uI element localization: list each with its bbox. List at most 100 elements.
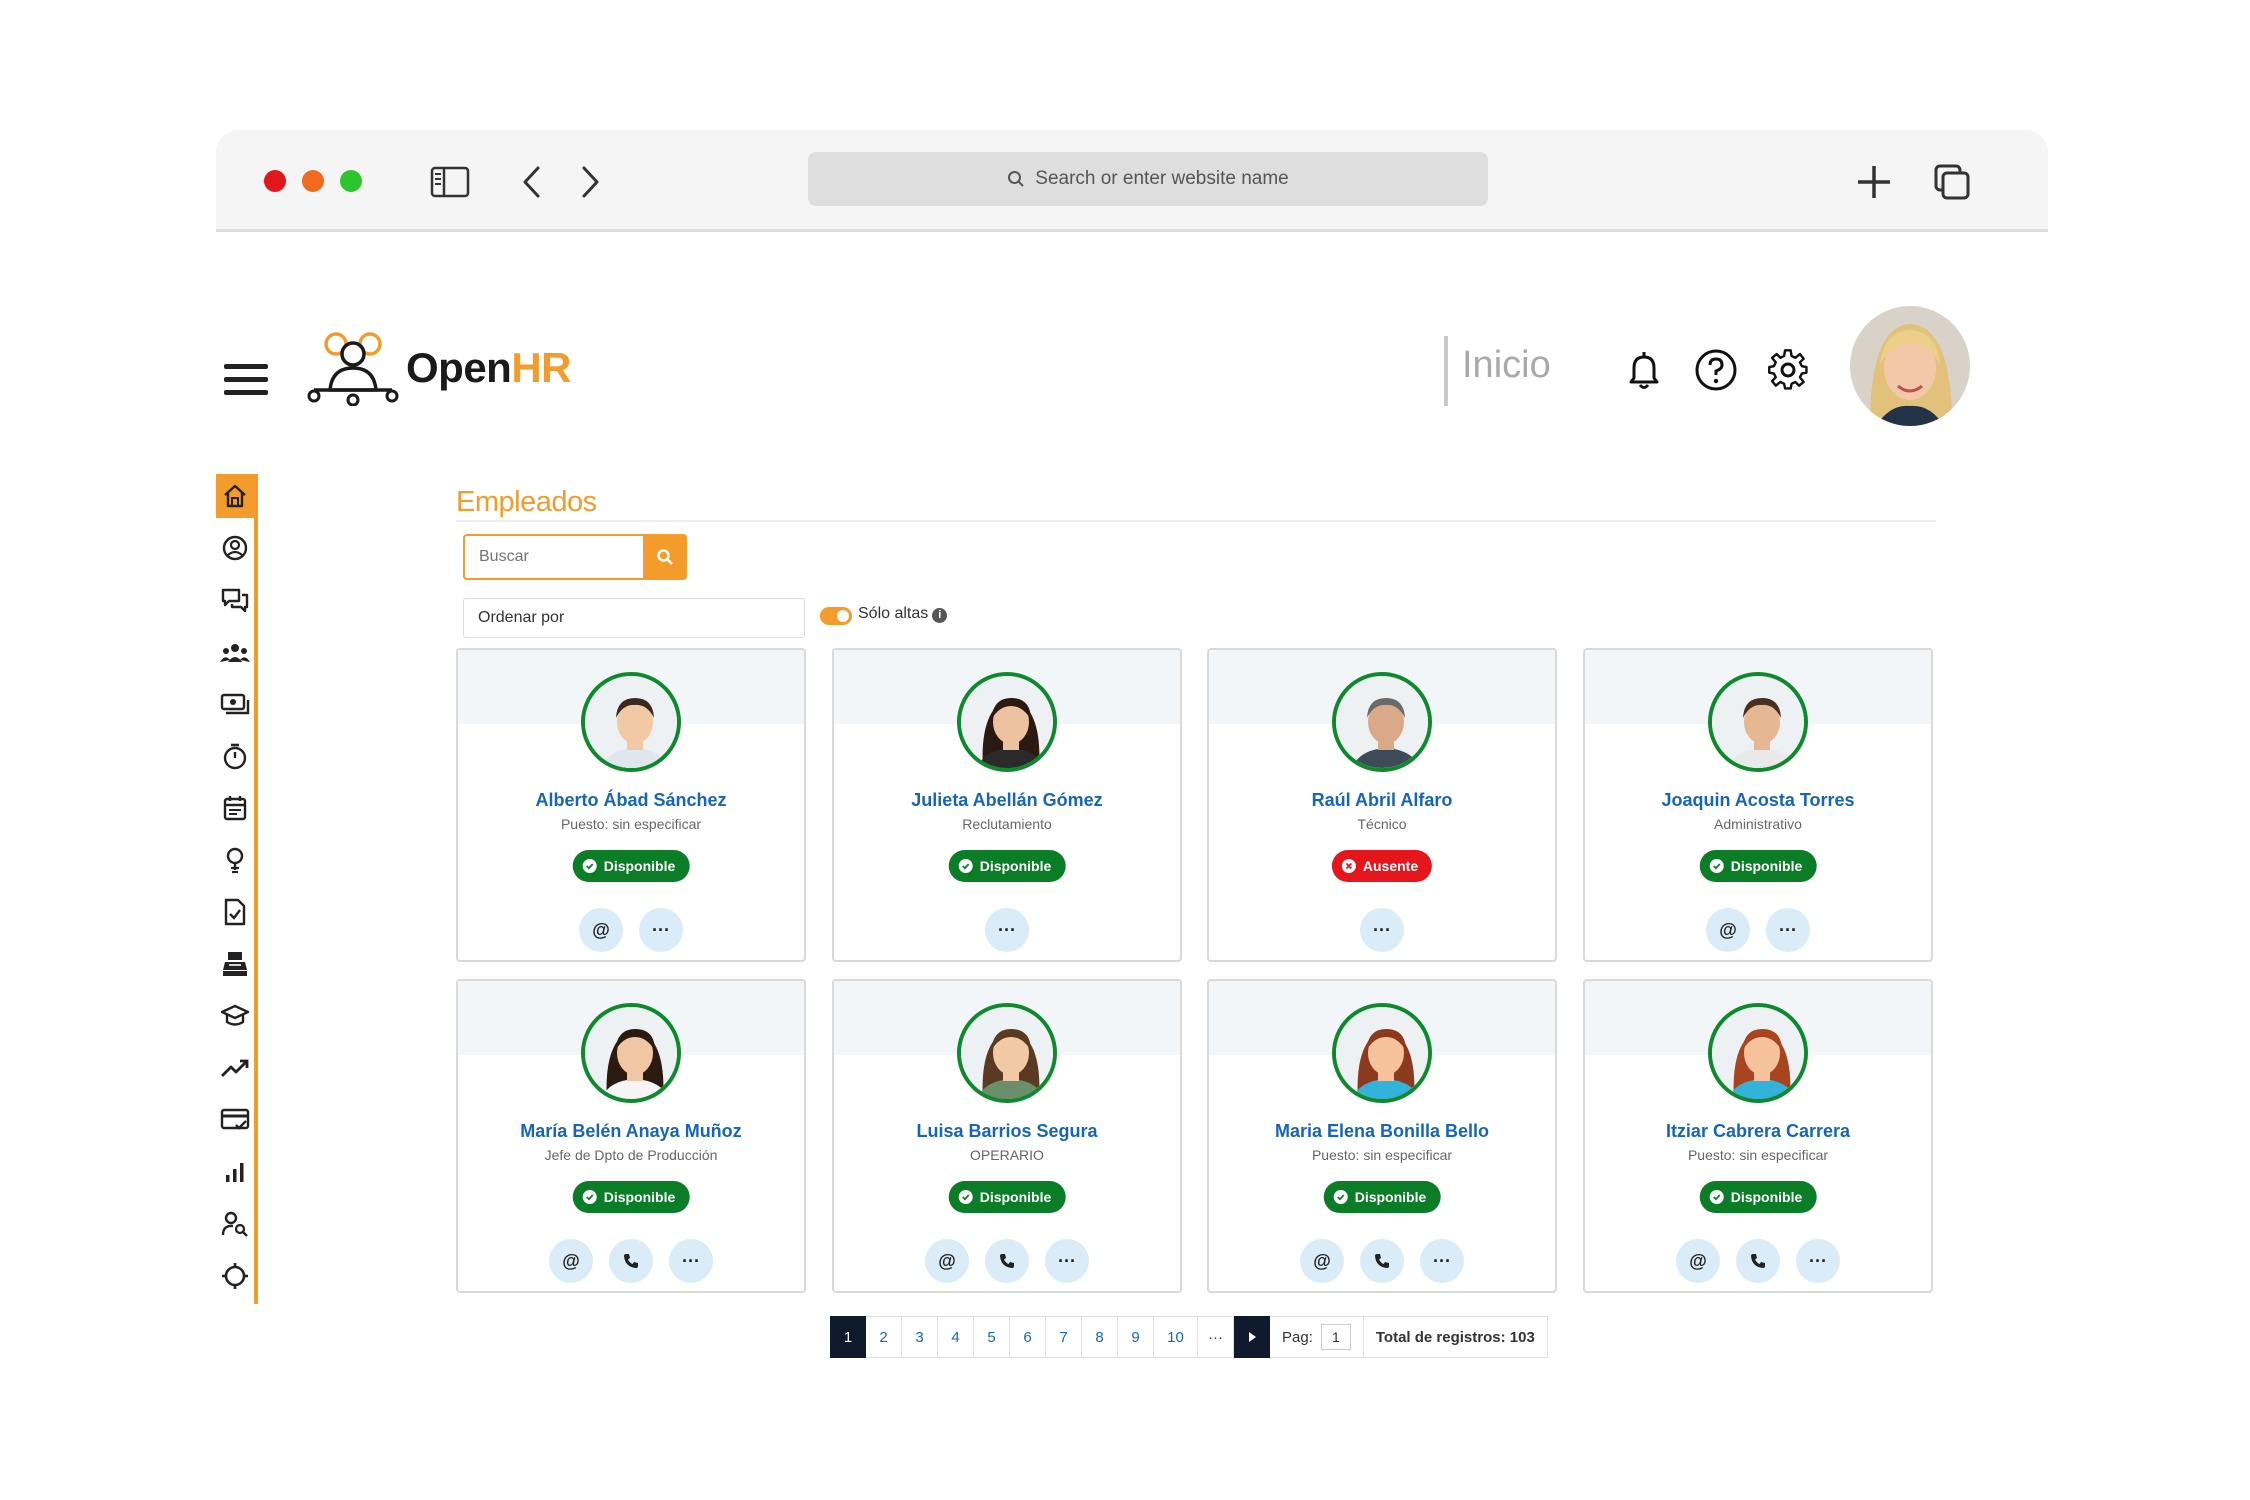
sidebar-item-expenses[interactable] (216, 942, 254, 986)
employee-name[interactable]: Luisa Barrios Segura (834, 1121, 1180, 1142)
employee-avatar[interactable] (581, 672, 681, 772)
employee-name[interactable]: Maria Elena Bonilla Bello (1209, 1121, 1555, 1142)
close-window-button[interactable] (264, 170, 286, 192)
employee-name[interactable]: Julieta Abellán Gómez (834, 790, 1180, 811)
more-options-icon[interactable]: ··· (669, 1239, 713, 1283)
help-icon[interactable] (1694, 348, 1738, 392)
phone-icon[interactable] (1360, 1239, 1404, 1283)
page-3-button[interactable]: 3 (902, 1316, 938, 1358)
employee-role: Reclutamiento (962, 816, 1052, 832)
employee-avatar[interactable] (957, 1003, 1057, 1103)
email-icon[interactable]: @ (925, 1239, 969, 1283)
sidebar-item-performance[interactable] (216, 1046, 254, 1090)
employee-card[interactable]: Raúl Abril Alfaro Técnico Ausente ··· (1207, 648, 1557, 962)
sidebar-item-profile[interactable] (216, 526, 254, 570)
search-button[interactable] (643, 534, 687, 580)
info-icon[interactable]: i (932, 608, 948, 623)
page-8-button[interactable]: 8 (1082, 1316, 1118, 1358)
email-icon[interactable]: @ (549, 1239, 593, 1283)
address-bar[interactable]: Search or enter website name (808, 152, 1488, 206)
employee-name[interactable]: Joaquin Acosta Torres (1585, 790, 1931, 811)
openhr-logo[interactable]: OpenHR (306, 330, 572, 406)
sidebar-item-approvals[interactable] (216, 1098, 254, 1142)
more-options-icon[interactable]: ··· (985, 908, 1029, 952)
employee-role: Técnico (1357, 816, 1407, 832)
sidebar-item-team[interactable] (216, 630, 254, 674)
employee-avatar[interactable] (1332, 1003, 1432, 1103)
employee-avatar[interactable] (957, 672, 1057, 772)
phone-icon[interactable] (985, 1239, 1029, 1283)
employee-card[interactable]: Maria Elena Bonilla Bello Puesto: sin esp… (1207, 979, 1557, 1293)
email-icon[interactable]: @ (1300, 1239, 1344, 1283)
employee-card[interactable]: Julieta Abellán Gómez Reclutamiento Dispon… (832, 648, 1182, 962)
more-options-icon[interactable]: ··· (1796, 1239, 1840, 1283)
employee-name[interactable]: Raúl Abril Alfaro (1209, 790, 1555, 811)
bell-icon[interactable] (1622, 348, 1666, 392)
sidebar-item-payroll[interactable] (216, 682, 254, 726)
card-actions: @ ··· (1585, 908, 1931, 952)
page-9-button[interactable]: 9 (1118, 1316, 1154, 1358)
email-icon[interactable]: @ (1676, 1239, 1720, 1283)
next-page-button[interactable] (1234, 1316, 1270, 1358)
search-icon (657, 549, 673, 565)
email-icon[interactable]: @ (1706, 908, 1750, 952)
email-icon[interactable]: @ (579, 908, 623, 952)
sidebar-item-home[interactable] (216, 474, 254, 518)
employee-name[interactable]: María Belén Anaya Muñoz (458, 1121, 804, 1142)
employee-name[interactable]: Itziar Cabrera Carrera (1585, 1121, 1931, 1142)
employee-card[interactable]: Luisa Barrios Segura OPERARIO Disponible @ ·… (832, 979, 1182, 1293)
page-2-button[interactable]: 2 (866, 1316, 902, 1358)
sidebar-item-recruitment[interactable] (216, 1202, 254, 1246)
more-options-icon[interactable]: ··· (1045, 1239, 1089, 1283)
sidebar-item-training[interactable] (216, 994, 254, 1038)
tabs-overview-icon[interactable] (1930, 160, 1974, 204)
employee-role: Jefe de Dpto de Producción (544, 1147, 718, 1163)
sidebar-toggle-icon[interactable] (428, 160, 472, 204)
employee-card[interactable]: Joaquin Acosta Torres Administrativo Dispo… (1583, 648, 1933, 962)
stopwatch-icon (223, 743, 247, 770)
more-options-icon[interactable]: ··· (1420, 1239, 1464, 1283)
search-input[interactable] (463, 534, 643, 580)
solo-altas-toggle[interactable] (820, 607, 852, 625)
minimize-window-button[interactable] (302, 170, 324, 192)
page-number-input[interactable]: 1 (1320, 1324, 1351, 1350)
page-6-button[interactable]: 6 (1010, 1316, 1046, 1358)
sidebar-item-documents[interactable] (216, 890, 254, 934)
phone-icon[interactable] (609, 1239, 653, 1283)
order-by-select[interactable]: Ordenar por (463, 598, 805, 638)
employee-name[interactable]: Alberto Ábad Sánchez (458, 790, 804, 811)
employee-card[interactable]: Itziar Cabrera Carrera Puesto: sin especi… (1583, 979, 1933, 1293)
employee-card[interactable]: María Belén Anaya Muñoz Jefe de Dpto de P… (456, 979, 806, 1293)
sidebar-item-reports[interactable] (216, 1150, 254, 1194)
page-7-button[interactable]: 7 (1046, 1316, 1082, 1358)
user-avatar[interactable] (1850, 306, 1970, 426)
sidebar-item-time[interactable] (216, 734, 254, 778)
phone-icon[interactable] (1736, 1239, 1780, 1283)
gear-icon[interactable] (1766, 348, 1810, 392)
more-options-icon[interactable]: ··· (1766, 908, 1810, 952)
sidebar-item-ideas[interactable] (216, 838, 254, 882)
status-badge: Disponible (948, 1181, 1066, 1213)
more-options-icon[interactable]: ··· (1360, 908, 1404, 952)
page-10-button[interactable]: 10 (1154, 1316, 1198, 1358)
employee-avatar[interactable] (581, 1003, 681, 1103)
back-icon[interactable] (510, 160, 554, 204)
employee-avatar[interactable] (1708, 1003, 1808, 1103)
employee-avatar[interactable] (1332, 672, 1432, 772)
breadcrumb-inicio[interactable]: Inicio (1462, 344, 1551, 387)
forward-icon[interactable] (568, 160, 612, 204)
status-badge: Disponible (1699, 1181, 1817, 1213)
more-options-icon[interactable]: ··· (639, 908, 683, 952)
menu-icon[interactable] (224, 364, 268, 396)
sidebar-item-calendar[interactable] (216, 786, 254, 830)
employee-avatar[interactable] (1708, 672, 1808, 772)
maximize-window-button[interactable] (340, 170, 362, 192)
page-4-button[interactable]: 4 (938, 1316, 974, 1358)
new-tab-icon[interactable] (1852, 160, 1896, 204)
page-1-button[interactable]: 1 (830, 1316, 866, 1358)
sidebar-item-objectives[interactable] (216, 1254, 254, 1298)
sidebar-item-messages[interactable] (216, 578, 254, 622)
graduation-cap-icon (220, 1004, 250, 1026)
page-5-button[interactable]: 5 (974, 1316, 1010, 1358)
employee-card[interactable]: Alberto Ábad Sánchez Puesto: sin especifi… (456, 648, 806, 962)
